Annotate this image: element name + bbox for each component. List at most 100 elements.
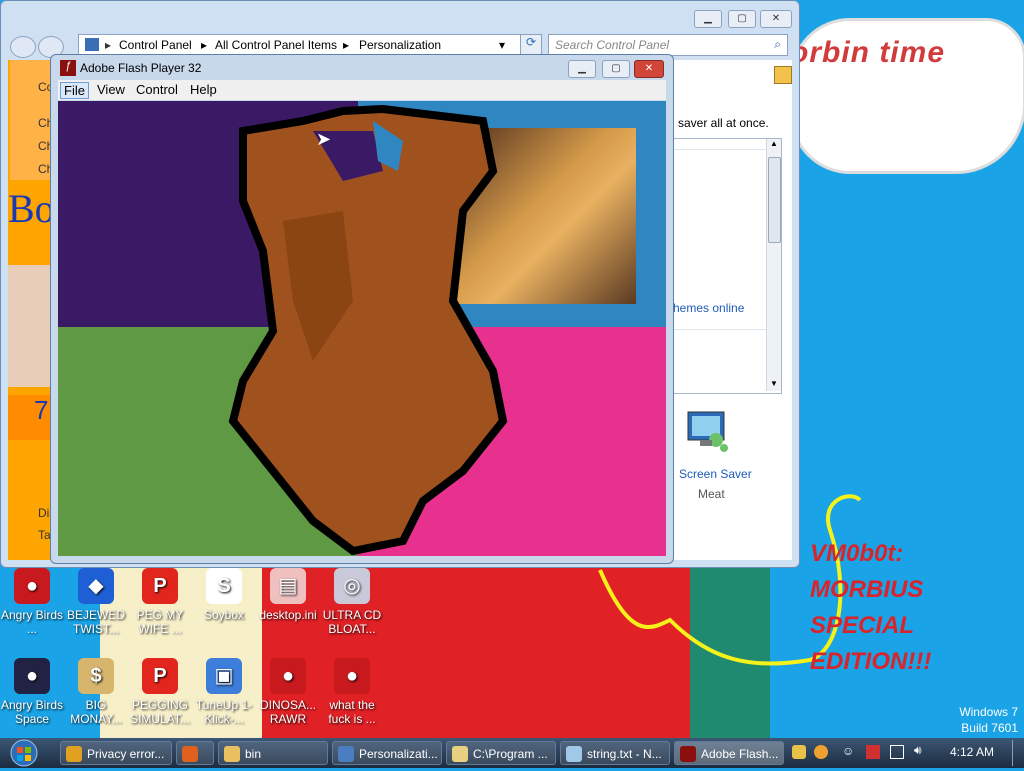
minimize-button[interactable]: ▁: [694, 10, 722, 28]
taskbar-app-icon: [224, 746, 240, 762]
back-button[interactable]: [10, 36, 36, 58]
desktop-icon[interactable]: ◎ ULTRA CD BLOAT...: [320, 568, 384, 636]
chevron-down-icon[interactable]: ▾: [499, 38, 505, 52]
menu-control[interactable]: Control: [136, 82, 178, 97]
watermark-line: Build 7601: [961, 721, 1018, 735]
breadcrumb-item[interactable]: Control Panel: [119, 38, 192, 52]
desktop-icon[interactable]: $ BIG MONAY...: [64, 658, 128, 726]
desktop-icon-label: TuneUp 1-Klick-...: [195, 698, 253, 726]
desktop-icon[interactable]: ● Angry Birds ...: [0, 568, 64, 636]
taskbar-button-label: Personalizati...: [359, 747, 438, 761]
system-tray: ☺ 🔊︎: [790, 742, 940, 764]
vm-line: MORBIUS: [810, 576, 924, 603]
taskbar-button-label: bin: [245, 747, 262, 761]
taskbar-button[interactable]: C:\Program ...: [446, 741, 556, 765]
flash-close-button[interactable]: ✕: [634, 60, 664, 78]
taskbar-button-label: Adobe Flash...: [701, 747, 779, 761]
left-pane-link[interactable]: Ta: [38, 528, 51, 542]
clock[interactable]: 4:12 AM: [950, 745, 994, 759]
breadcrumb-item[interactable]: All Control Panel Items: [215, 38, 337, 52]
desktop-icon-label: what the fuck is ...: [328, 698, 376, 726]
search-placeholder: Search Control Panel: [555, 38, 670, 52]
breadcrumb-item[interactable]: Personalization: [359, 38, 441, 52]
scroll-down-icon[interactable]: ▼: [770, 379, 778, 388]
left-pane-bo-text: Bo: [8, 185, 55, 263]
tray-volume-icon[interactable]: 🔊︎: [914, 743, 922, 758]
desktop-icon[interactable]: ● Angry Birds Space: [0, 658, 64, 726]
menu-file[interactable]: File: [60, 82, 89, 99]
themes-list[interactable]: hemes online ▲ ▼: [672, 138, 782, 394]
scrollbar-thumb[interactable]: [768, 157, 781, 243]
desktop-icon-image: $: [78, 658, 114, 694]
desktop-icon[interactable]: ◆ BEJEWED TWIST...: [64, 568, 128, 636]
screen-saver-link[interactable]: Screen Saver: [679, 467, 752, 481]
desktop-icon-image: ●: [14, 568, 50, 604]
search-input[interactable]: Search Control Panel ⌕: [548, 34, 788, 56]
taskbar-button[interactable]: Adobe Flash...: [674, 741, 784, 765]
refresh-button[interactable]: ⟳: [520, 34, 542, 56]
screen-saver-icon[interactable]: [686, 410, 732, 456]
flash-maximize-button[interactable]: ▢: [602, 60, 630, 78]
taskbar-button[interactable]: bin: [218, 741, 328, 765]
breadcrumb-sep-icon: ▸: [343, 38, 350, 52]
description-text: saver all at once.: [678, 116, 769, 130]
flash-minimize-button[interactable]: ▁: [568, 60, 596, 78]
taskbar-button[interactable]: Privacy error...: [60, 741, 172, 765]
desktop-icon[interactable]: ▣ TuneUp 1-Klick-...: [192, 658, 256, 726]
breadcrumb-sep-icon: ▸: [201, 38, 208, 52]
desktop-icon-image: ●: [14, 658, 50, 694]
wallpaper-bubble-text: orbin time: [790, 36, 946, 69]
tray-lock-icon[interactable]: [792, 745, 806, 759]
desktop-icon-image: P: [142, 658, 178, 694]
vm-line: SPECIAL: [810, 612, 915, 639]
menu-help[interactable]: Help: [190, 82, 217, 97]
flash-stage[interactable]: ➤: [58, 101, 666, 556]
desktop-icon-label: Angry Birds ...: [0, 608, 64, 636]
wallpaper-vm-text: VM0b0t: MORBIUS SPECIAL EDITION!!!: [810, 536, 931, 680]
scrollbar[interactable]: ▲ ▼: [766, 139, 781, 391]
menu-view[interactable]: View: [97, 82, 125, 97]
list-divider: [673, 329, 767, 330]
maximize-button[interactable]: ▢: [728, 10, 756, 28]
taskbar-button[interactable]: string.txt - N...: [560, 741, 670, 765]
taskbar-button[interactable]: [176, 741, 214, 765]
tray-smiley-icon[interactable]: ☺: [842, 744, 854, 758]
taskbar-app-icon: [452, 746, 468, 762]
windows-watermark: Windows 7 Build 7601: [959, 704, 1018, 736]
scroll-up-icon[interactable]: ▲: [770, 139, 778, 148]
desktop-icon[interactable]: S Soybox: [192, 568, 256, 622]
search-icon[interactable]: ⌕: [774, 37, 781, 52]
start-button[interactable]: [4, 738, 44, 768]
taskbar-app-icon: [66, 746, 82, 762]
desktop-icon-label: PEGGING SIMULAT...: [130, 698, 190, 726]
flash-icon: ƒ: [60, 60, 76, 76]
vm-line: VM0b0t:: [810, 540, 904, 567]
taskbar-app-icon: [338, 746, 354, 762]
desktop-icon-image: ●: [334, 658, 370, 694]
desktop-icon[interactable]: P PEG MY WIFE ...: [128, 568, 192, 636]
left-pane-number: 7: [8, 395, 53, 440]
show-desktop-button[interactable]: [1012, 740, 1023, 766]
control-panel-left-pane: Bo 7 Co Ch Ch Ch Dis Ta: [8, 60, 55, 560]
taskbar-button-label: string.txt - N...: [587, 747, 662, 761]
desktop-icon[interactable]: ● DINOSA... RAWR: [256, 658, 320, 726]
tray-flag-icon[interactable]: [866, 745, 880, 759]
flash-title: Adobe Flash Player 32: [80, 61, 202, 75]
tray-network-icon[interactable]: [890, 745, 904, 759]
desktop-icon-label: ULTRA CD BLOAT...: [322, 608, 382, 636]
close-button[interactable]: ✕: [760, 10, 792, 28]
address-bar[interactable]: ▸ Control Panel ▸ All Control Panel Item…: [78, 34, 542, 56]
desktop-icon[interactable]: ▤ desktop.ini: [256, 568, 320, 622]
desktop-icon-image: ●: [270, 658, 306, 694]
taskbar-button-label: Privacy error...: [87, 747, 165, 761]
desktop-icon[interactable]: P PEGGING SIMULAT...: [128, 658, 192, 726]
taskbar-button[interactable]: Personalizati...: [332, 741, 442, 765]
desktop-icon-label: BEJEWED TWIST...: [66, 608, 125, 636]
themes-online-link[interactable]: hemes online: [673, 301, 744, 315]
screen-saver-value: Meat: [698, 487, 725, 501]
tray-search-icon[interactable]: [814, 745, 828, 759]
desktop-icon[interactable]: ● what the fuck is ...: [320, 658, 384, 726]
help-icon[interactable]: [774, 66, 792, 84]
pixel-creature: [228, 104, 508, 556]
taskbar-app-icon: [566, 746, 582, 762]
